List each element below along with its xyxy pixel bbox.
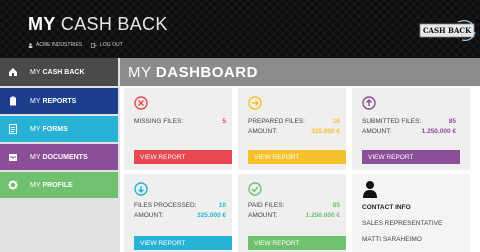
sidebar-item-prefix: MY xyxy=(30,97,41,105)
sidebar-item-label: CASH BACK xyxy=(42,68,85,76)
missing-files-label: MISSING FILES: xyxy=(134,118,184,125)
submitted-amount-label: AMOUNT: xyxy=(362,128,392,135)
logo-text: CASH BACK xyxy=(422,26,472,35)
prepared-files-value: 10 xyxy=(332,118,340,125)
sidebar-item-prefix: MY xyxy=(30,125,41,133)
sidebar-item-forms[interactable]: MY FORMS xyxy=(0,116,118,142)
prepared-amount-value: 325.000 € xyxy=(311,128,340,135)
app-header: MY CASH BACK ACME INDUSTRIES LOG OUT CAS… xyxy=(0,0,480,58)
company-name: ACME INDUSTRIES xyxy=(36,42,83,48)
user-icon xyxy=(28,42,33,48)
cashback-logo: CASH BACK xyxy=(418,20,476,42)
prepared-files-card: PREPARED FILES: 10 AMOUNT: 325.000 € VIE… xyxy=(238,88,346,170)
app-title-light: CASH BACK xyxy=(60,14,168,34)
page-title: MY DASHBOARD xyxy=(128,64,258,81)
missing-files-value: 5 xyxy=(222,118,226,125)
paid-files-label: PAID FILES: xyxy=(248,202,285,209)
files-processed-label: FILES PROCESSED: xyxy=(134,202,197,209)
arrow-up-circle-icon xyxy=(362,96,376,110)
person-icon xyxy=(363,181,377,198)
sidebar-item-documents[interactable]: MY DOCUMENTS xyxy=(0,144,118,170)
contact-role: SALES REPRESENTATIVE xyxy=(362,220,443,227)
contact-title: CONTACT INFO xyxy=(362,204,411,211)
paid-files-value: 85 xyxy=(332,202,340,209)
sidebar-item-reports[interactable]: MY REPORTS xyxy=(0,88,118,114)
submitted-files-value: 85 xyxy=(448,118,456,125)
home-icon xyxy=(8,67,18,77)
submitted-files-card: SUBMITTED FILES: 85 AMOUNT: 1.250.000 € … xyxy=(352,88,470,170)
page-title-prefix: MY xyxy=(128,64,152,81)
inbox-icon xyxy=(8,152,18,162)
gear-icon xyxy=(8,180,18,190)
logout-icon[interactable] xyxy=(91,42,97,48)
processed-amount-value: 325.000 € xyxy=(197,212,226,219)
submitted-amount-value: 1.250.000 € xyxy=(421,128,456,135)
sidebar: MY CASH BACK MY REPORTS MY FORMS MY DOCU… xyxy=(0,58,120,252)
clipboard-icon xyxy=(8,96,18,106)
check-circle-icon xyxy=(248,182,262,196)
sidebar-item-label: REPORTS xyxy=(42,97,77,105)
sidebar-item-prefix: MY xyxy=(30,153,41,161)
paid-amount-value: 1.250.000 € xyxy=(305,212,340,219)
sidebar-item-profile[interactable]: MY PROFILE xyxy=(0,172,118,198)
app-title-bold: MY xyxy=(28,14,56,34)
page-title-main: DASHBOARD xyxy=(155,64,258,81)
paid-amount-label: AMOUNT: xyxy=(248,212,278,219)
sidebar-item-label: FORMS xyxy=(42,125,68,133)
sidebar-item-label: PROFILE xyxy=(42,181,73,189)
view-report-button[interactable]: VIEW REPORT xyxy=(362,150,460,164)
files-processed-value: 10 xyxy=(218,202,226,209)
contact-name: MATTI SARAHEIMO xyxy=(362,236,422,243)
prepared-files-label: PREPARED FILES: xyxy=(248,118,305,125)
close-circle-icon xyxy=(134,96,148,110)
form-icon xyxy=(8,124,18,134)
missing-files-card: MISSING FILES: 5 VIEW REPORT xyxy=(124,88,232,170)
paid-files-card: PAID FILES: 85 AMOUNT: 1.250.000 € VIEW … xyxy=(238,174,346,252)
logout-link[interactable]: LOG OUT xyxy=(100,42,123,48)
contact-info-card: CONTACT INFO SALES REPRESENTATIVE MATTI … xyxy=(352,174,470,252)
dashboard-header: MY DASHBOARD xyxy=(120,58,480,86)
sidebar-item-label: DOCUMENTS xyxy=(42,153,88,161)
submitted-files-label: SUBMITTED FILES: xyxy=(362,118,422,125)
view-report-button[interactable]: VIEW REPORT xyxy=(134,236,232,250)
app-title: MY CASH BACK xyxy=(28,14,168,35)
user-bar: ACME INDUSTRIES LOG OUT xyxy=(28,42,123,48)
prepared-amount-label: AMOUNT: xyxy=(248,128,278,135)
view-report-button[interactable]: VIEW REPORT xyxy=(134,150,232,164)
processed-amount-label: AMOUNT: xyxy=(134,212,164,219)
sidebar-item-prefix: MY xyxy=(30,68,41,76)
view-report-button[interactable]: VIEW REPORT xyxy=(248,150,346,164)
sidebar-item-prefix: MY xyxy=(30,181,41,189)
files-processed-card: FILES PROCESSED: 10 AMOUNT: 325.000 € VI… xyxy=(124,174,232,252)
arrow-right-circle-icon xyxy=(248,96,262,110)
arrow-down-circle-icon xyxy=(134,182,148,196)
view-report-button[interactable]: VIEW REPORT xyxy=(248,236,346,250)
sidebar-item-cash-back[interactable]: MY CASH BACK xyxy=(0,58,118,86)
